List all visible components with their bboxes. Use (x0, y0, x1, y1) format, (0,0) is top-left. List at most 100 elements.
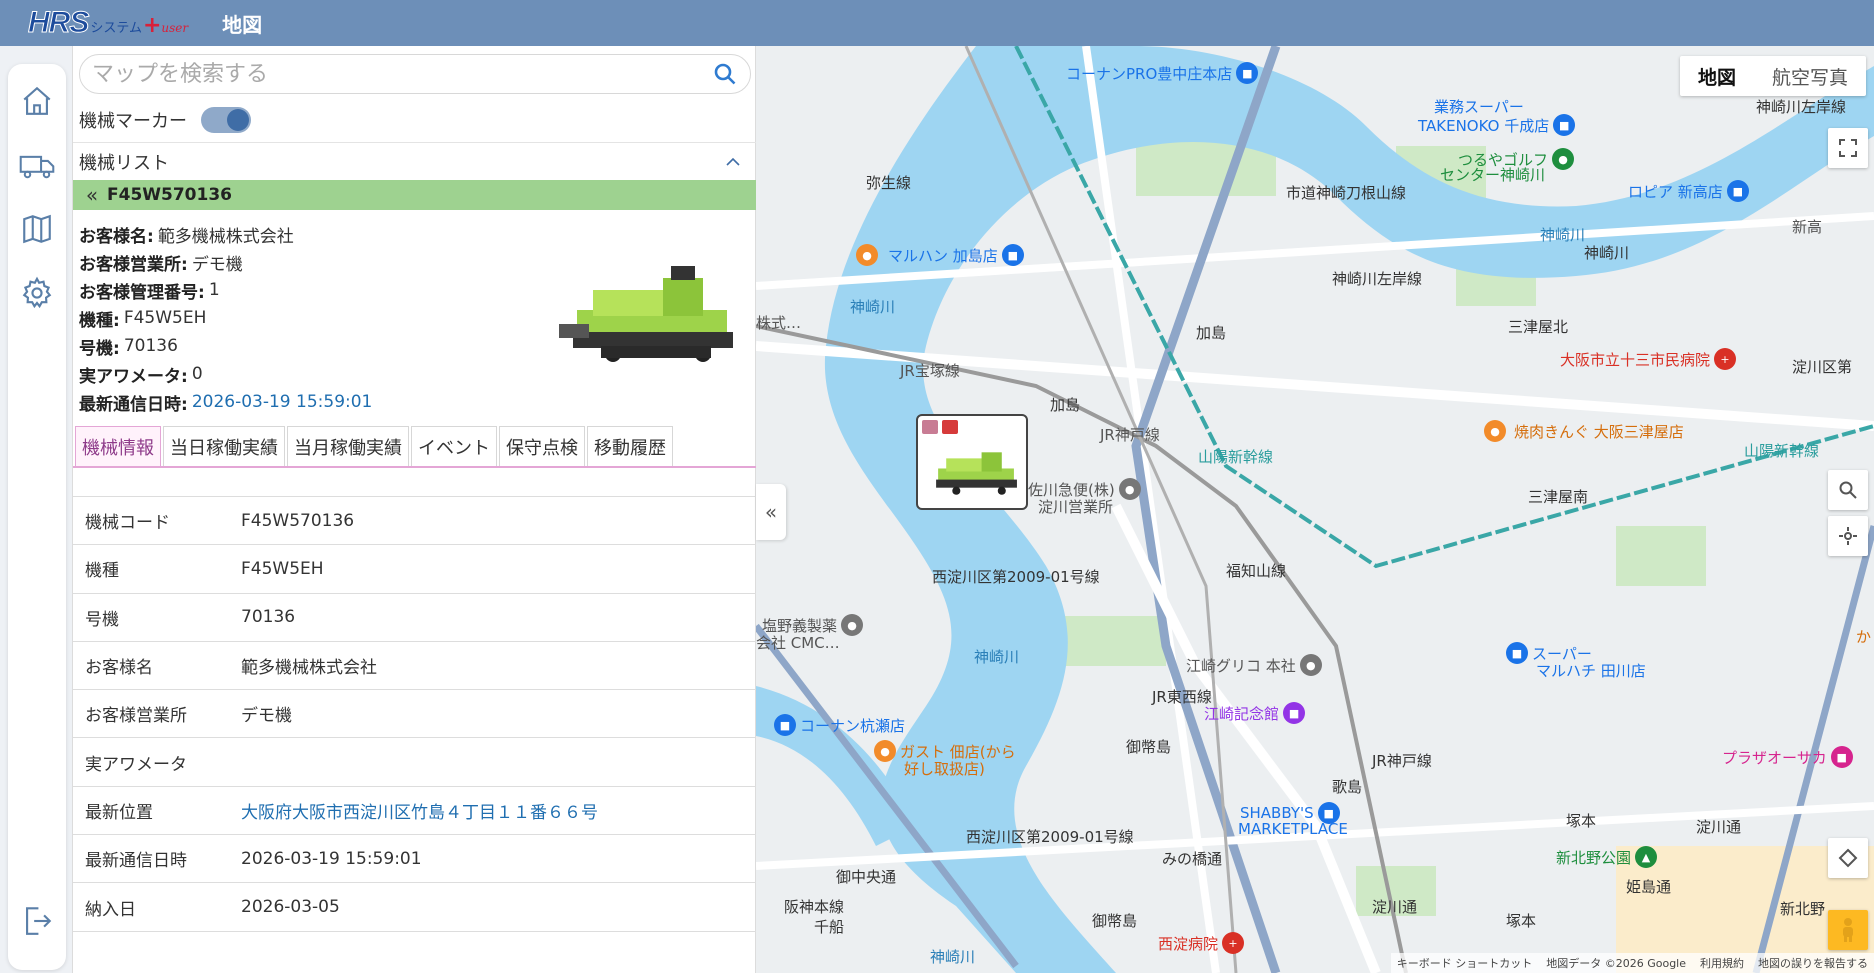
map-view[interactable]: コーナンPRO豊中庄本店 ■ 業務スーパー TAKENOKO 千成店 ■ つるやゴル… (756, 46, 1874, 973)
tab-monthly-operation[interactable]: 当月稼働実績 (287, 426, 409, 466)
detail-key: 機械コード (85, 513, 170, 534)
machine-detail-table: 機械コード F45W570136 機種 F45W5EH 号機 70136 お客様名 範多… (73, 496, 757, 932)
tab-events[interactable]: イベント (411, 426, 497, 466)
detail-key: 機種 (85, 561, 119, 582)
poi-takenoko[interactable]: TAKENOKO 千成店 ■ (1418, 114, 1576, 136)
compass-button[interactable] (1828, 838, 1868, 878)
double-chevron-left-icon[interactable]: « (81, 183, 103, 207)
poi-yakiniku[interactable]: ● 焼肉きんぐ 大阪三津屋店 (1484, 420, 1684, 442)
restaurant-icon: ● (1484, 420, 1506, 442)
map-label-mitsuyaminami: 三津屋南 (1528, 488, 1589, 506)
settings-button[interactable] (18, 274, 56, 312)
marker-toggle[interactable] (201, 107, 251, 133)
keyboard-shortcuts-link[interactable]: キーボード ショートカット (1397, 955, 1533, 971)
map-type-control: 地図 航空写真 (1679, 56, 1866, 96)
logout-button[interactable] (18, 902, 56, 940)
home-button[interactable] (18, 82, 56, 120)
app-logo[interactable]: HRS システム + user (27, 6, 188, 40)
location-button[interactable] (1828, 516, 1868, 556)
park-icon: ▲ (1635, 846, 1658, 868)
map-label-shinkou: 新高 (1792, 218, 1823, 236)
machine-marker[interactable] (916, 414, 1028, 510)
map-label-super-tagawa-2: マルハチ 田川店 (1536, 662, 1646, 680)
summary-key: 実アワメータ: (79, 366, 188, 387)
machine-tabs: 機械情報 当日稼働実績 当月稼働実績 イベント 保守点検 移動履歴 (75, 426, 675, 466)
detail-value: 2026-03-19 15:59:01 (241, 848, 422, 869)
poi-tsuruya-golf-2: センター神崎川 (1440, 164, 1545, 185)
poi-label: センター神崎川 (1440, 166, 1546, 184)
truck-icon (19, 155, 55, 179)
museum-icon: ■ (1283, 702, 1306, 724)
poi-nishiyodo-hospital[interactable]: 西淀病院 + (1158, 932, 1245, 954)
table-row: お客様名 範多機械株式会社 (73, 642, 757, 691)
poi-robia[interactable]: ロピア 新高店 ■ (1628, 180, 1749, 202)
map-label-kabushiki: 株式… (756, 314, 802, 332)
map-label-minoh: みの橋通 (1162, 850, 1223, 868)
map-label-mitebashi-station: 御幣島 (1092, 912, 1138, 930)
summary-office: お客様営業所: デモ機 (79, 248, 539, 276)
zoom-search-button[interactable] (1828, 470, 1868, 510)
poi-label: ロピア 新高店 (1628, 182, 1723, 201)
poi-ezaki-kinen[interactable]: 江崎記念館 ■ (1204, 702, 1306, 724)
poi-maruhan[interactable]: ● マルハン 加島店 ■ (856, 244, 1024, 266)
table-row: 機種 F45W5EH (73, 545, 757, 594)
pegman-icon (1843, 918, 1853, 942)
selected-machine-row[interactable]: « F45W570136 (73, 180, 757, 210)
report-error-link[interactable]: 地図の誤りを報告する (1758, 955, 1868, 971)
fullscreen-button[interactable] (1828, 128, 1868, 168)
map-button[interactable] (18, 210, 56, 248)
machine-list-header[interactable]: 機械リスト (73, 142, 757, 180)
poi-plaza-osaka[interactable]: プラザオーサカ ■ (1722, 746, 1853, 768)
poi-label: 西淀病院 (1158, 934, 1219, 953)
map-type-map[interactable]: 地図 (1680, 56, 1754, 96)
poi-hospital[interactable]: 大阪市立十三市民病院 + (1560, 348, 1737, 370)
vehicle-button[interactable] (18, 146, 56, 184)
tab-machine-info[interactable]: 機械情報 (75, 426, 161, 466)
map-label-yodogawadori: 淀川通 (1372, 898, 1418, 916)
golf-icon: ● (1552, 148, 1575, 170)
detail-value: 範多機械株式会社 (241, 658, 377, 679)
map-label-yayoi-line: 弥生線 (866, 174, 912, 192)
poi-konan-kuise[interactable]: ■ コーナン杭瀬店 (774, 714, 905, 736)
logo-hrs: HRS (27, 6, 89, 40)
map-label-jr-tozai: JR東西線 (1152, 688, 1212, 706)
poi-label: コーナンPRO豊中庄本店 (1066, 64, 1233, 83)
map-label-sanyo-shinkansen-2: 山陽新幹線 (1744, 442, 1820, 460)
app-header: HRS システム + user 地図 (0, 0, 1874, 46)
marker-toggle-label: 機械マーカー (79, 111, 187, 132)
tab-move-history[interactable]: 移動履歴 (587, 426, 673, 466)
summary-value: 1 (208, 280, 220, 300)
detail-key: 実アワメータ (85, 754, 187, 775)
poi-ezaki[interactable]: 江崎グリコ 本社 ● (1186, 654, 1322, 676)
map-data-attribution: 地図データ ©2026 Google (1546, 957, 1686, 970)
marker-toggle-row: 機械マーカー (79, 102, 251, 138)
logout-icon (26, 907, 52, 935)
logo-system: システム (90, 21, 142, 36)
collapse-panel-button[interactable]: « (756, 484, 786, 540)
latest-location-link[interactable]: 大阪府大阪市西淀川区竹島４丁目１１番６６号 (241, 798, 598, 823)
machine-summary: お客様名: 範多機械株式会社 お客様営業所: デモ機 お客様管理番号: 1 機種: F4… (79, 220, 539, 416)
poi-label: TAKENOKO 千成店 (1418, 116, 1550, 135)
search-icon (714, 63, 736, 85)
summary-key: 号機: (79, 338, 120, 359)
collapse-list-button[interactable] (721, 150, 745, 174)
map-label-nishiyodo-2009: 西淀川区第2009-01号線 (932, 568, 1100, 586)
map-type-satellite[interactable]: 航空写真 (1754, 56, 1866, 96)
map-search-input[interactable] (92, 56, 710, 92)
terms-link[interactable]: 利用規約 (1700, 955, 1744, 971)
poi-shinkitano-park[interactable]: 新北野公園 ▲ (1556, 846, 1658, 868)
search-button[interactable] (710, 59, 740, 89)
tab-daily-operation[interactable]: 当日稼働実績 (163, 426, 285, 466)
table-row: 最新通信日時 2026-03-19 15:59:01 (73, 835, 757, 884)
machine-panel: 機械マーカー 機械リスト « F45W570136 お客様名:範多機械株式会社 … (72, 46, 757, 973)
table-row: 最新位置 大阪府大阪市西淀川区竹島４丁目１１番６６号 (73, 787, 757, 836)
poi-label: 大阪市立十三市民病院 (1560, 350, 1711, 369)
home-icon (23, 86, 51, 115)
summary-last-comm-link[interactable]: 2026-03-19 15:59:01 (192, 392, 373, 412)
map-label-kanzaki-left: 神崎川左岸線 (1332, 270, 1423, 288)
tab-maintenance[interactable]: 保守点検 (499, 426, 585, 466)
map-label-kaka: か (1856, 628, 1872, 646)
summary-key: 最新通信日時: (79, 394, 188, 415)
street-view-pegman[interactable] (1828, 910, 1868, 950)
poi-konan-toyonaka[interactable]: コーナンPRO豊中庄本店 ■ (1066, 62, 1259, 84)
